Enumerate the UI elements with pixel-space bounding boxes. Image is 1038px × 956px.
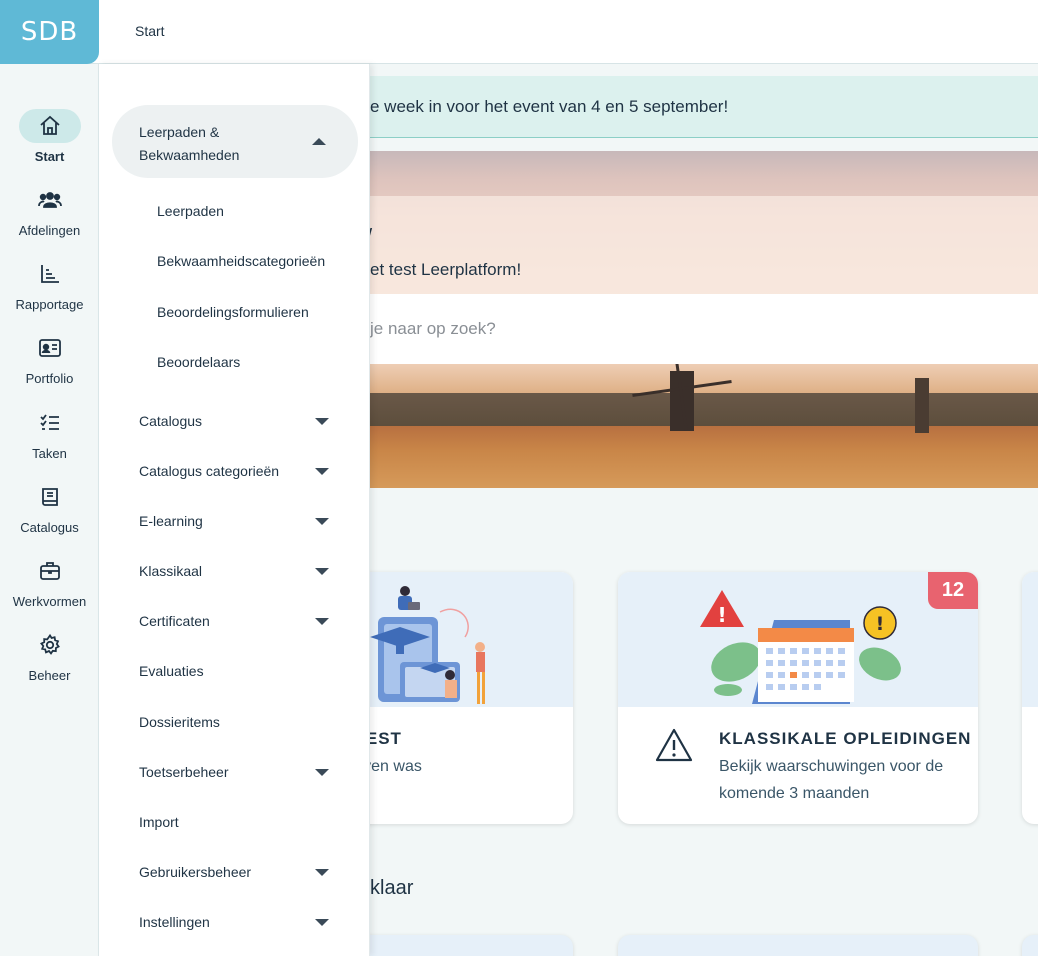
card-row2-2[interactable] xyxy=(618,935,978,956)
menu-item-label: Gebruikersbeheer xyxy=(139,864,252,880)
chevron-down-icon xyxy=(315,769,329,776)
rail-item-rapportage[interactable]: Rapportage xyxy=(0,257,99,312)
card-edge[interactable] xyxy=(1022,572,1038,824)
submenu-item-beoordelaars[interactable]: Beoordelaars xyxy=(157,354,240,370)
rail-label: Beheer xyxy=(28,668,71,683)
menu-item-label: Instellingen xyxy=(139,914,210,930)
menu-item-instellingen[interactable]: Instellingen xyxy=(139,914,329,930)
menu-group-label: Leerpaden & Bekwaamheden xyxy=(139,124,240,163)
rail-label: Portfolio xyxy=(25,371,74,386)
rail-item-werkvormen[interactable]: Werkvormen xyxy=(0,554,99,609)
menu-item-catalogus[interactable]: Catalogus xyxy=(139,413,329,429)
left-rail: Start Afdelingen Rapportage Portfolio Ta… xyxy=(0,64,99,956)
rail-item-portfolio[interactable]: Portfolio xyxy=(0,331,99,386)
search-input[interactable] xyxy=(370,294,1038,364)
menu-item-label: Catalogus categorieën xyxy=(139,463,280,479)
checklist-icon xyxy=(19,406,81,440)
rail-item-start[interactable]: Start xyxy=(0,109,99,164)
announcement-banner: e week in voor het event van 4 en 5 sept… xyxy=(370,76,1038,138)
rail-label: Taken xyxy=(32,446,67,461)
book-icon xyxy=(19,480,81,514)
menu-item-gebruikersbeheer[interactable]: Gebruikersbeheer xyxy=(139,864,329,880)
home-icon xyxy=(18,109,81,143)
rail-label: Afdelingen xyxy=(18,223,81,238)
rail-item-afdelingen[interactable]: Afdelingen xyxy=(0,183,99,238)
menu-item-label: Certificaten xyxy=(139,613,210,629)
chevron-down-icon xyxy=(315,518,329,525)
welcome-heading: / xyxy=(370,224,372,250)
warning-icon xyxy=(655,728,693,762)
rail-label: Start xyxy=(34,149,65,164)
card-row2-3[interactable] xyxy=(1022,935,1038,956)
menu-item-catalogus-categorieen[interactable]: Catalogus categorieën xyxy=(139,463,329,479)
card-description: Bekijk waarschuwingen voor de komende 3 … xyxy=(719,758,944,802)
logo[interactable]: SDB xyxy=(0,0,99,64)
submenu-item-bekwaamheidscategorieen[interactable]: Bekwaamheidscategorieën xyxy=(157,253,325,269)
rail-label: Rapportage xyxy=(15,297,84,312)
submenu-item-beoordelingsformulieren[interactable]: Beoordelingsformulieren xyxy=(157,304,309,320)
chart-icon xyxy=(19,257,81,291)
id-card-icon xyxy=(19,331,81,365)
menu-item-toetserbeheer[interactable]: Toetserbeheer xyxy=(139,764,329,780)
menu-item-e-learning[interactable]: E-learning xyxy=(139,513,329,529)
menu-item-import[interactable]: Import xyxy=(139,814,329,830)
menu-item-label: Toetserbeheer xyxy=(139,764,229,780)
warning-count-badge: 12 xyxy=(928,572,978,609)
rail-item-beheer[interactable]: Beheer xyxy=(0,628,99,683)
menu-item-dossieritems[interactable]: Dossieritems xyxy=(139,714,329,730)
rail-label: Werkvormen xyxy=(12,594,87,609)
top-bar: SDB Start xyxy=(0,0,1038,64)
menu-item-label: Catalogus xyxy=(139,413,203,429)
logo-text: SDB xyxy=(20,17,79,47)
menu-item-label: Klassikaal xyxy=(139,563,203,579)
chevron-down-icon xyxy=(315,919,329,926)
banner-text: e week in voor het event van 4 en 5 sept… xyxy=(370,97,729,116)
menu-item-label: E-learning xyxy=(139,513,203,529)
rail-item-taken[interactable]: Taken xyxy=(0,406,99,461)
hero: / et test Leerplatform! xyxy=(370,151,1038,488)
chevron-up-icon xyxy=(312,138,326,145)
search-box xyxy=(370,294,1038,364)
chevron-down-icon xyxy=(315,869,329,876)
svg-text:!: ! xyxy=(876,613,885,635)
breadcrumb[interactable]: Start xyxy=(135,23,165,39)
menu-group-leerpaden-bekwaamheden[interactable]: Leerpaden & Bekwaamheden xyxy=(112,105,358,178)
menu-item-certificaten[interactable]: Certificaten xyxy=(139,613,329,629)
card-title: KLASSIKALE OPLEIDINGEN xyxy=(719,729,972,748)
briefcase-icon xyxy=(19,554,81,588)
svg-text:!: ! xyxy=(717,603,726,627)
users-icon xyxy=(19,183,81,217)
submenu-item-leerpaden[interactable]: Leerpaden xyxy=(157,203,224,219)
chevron-down-icon xyxy=(315,568,329,575)
menu-item-evaluaties[interactable]: Evaluaties xyxy=(139,663,329,679)
menu-item-label: Dossieritems xyxy=(139,714,220,730)
card-illustration xyxy=(1022,572,1038,707)
card-klassikale-opleidingen[interactable]: ! ! 12 KLASSIKALE OPLEIDINGEN Bekijk waa… xyxy=(618,572,978,824)
rail-label: Catalogus xyxy=(20,520,79,535)
menu-item-label: Import xyxy=(139,814,179,830)
menu-item-klassikaal[interactable]: Klassikaal xyxy=(139,563,329,579)
card-illustration: ! ! xyxy=(618,572,978,707)
gear-icon xyxy=(19,628,81,662)
chevron-down-icon xyxy=(315,618,329,625)
submenu-panel: Leerpaden & Bekwaamheden Leerpaden Bekwa… xyxy=(99,64,370,956)
rail-item-catalogus[interactable]: Catalogus xyxy=(0,480,99,535)
hero-field xyxy=(370,426,1038,488)
chevron-down-icon xyxy=(315,468,329,475)
chevron-down-icon xyxy=(315,418,329,425)
welcome-box: / et test Leerplatform! xyxy=(370,196,1038,294)
section-title: klaar xyxy=(370,877,414,899)
windmill-tower xyxy=(915,378,929,433)
menu-item-label: Evaluaties xyxy=(139,663,204,679)
welcome-subtitle: et test Leerplatform! xyxy=(370,260,522,279)
